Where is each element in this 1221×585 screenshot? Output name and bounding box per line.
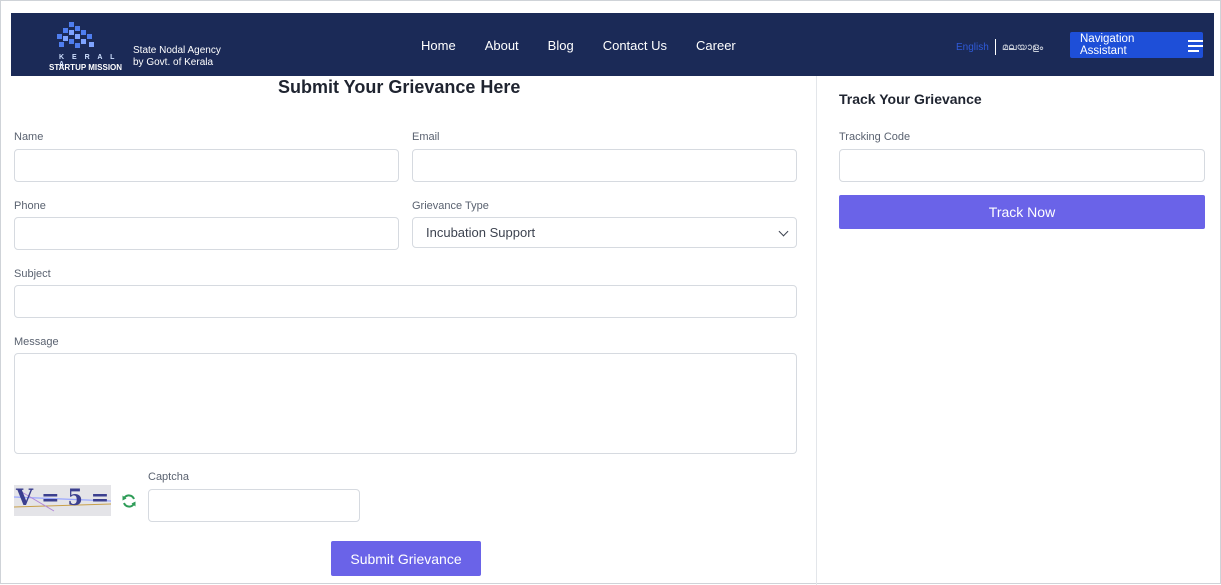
grievance-type-value: Incubation Support [426,225,536,240]
agency-tagline: State Nodal Agency by Govt. of Kerala [133,45,221,69]
logo-startup-mission-text: STARTUP MISSION [49,63,123,72]
column-divider [816,76,817,585]
lang-malayalam[interactable]: മലയാളം [1002,42,1043,53]
agency-line-2: by Govt. of Kerala [133,57,214,68]
nav-career[interactable]: Career [696,38,736,53]
chevron-down-icon [778,226,789,237]
captcha-text: V=5= [16,485,111,511]
grievance-type-label: Grievance Type [412,200,489,212]
hamburger-menu-icon [1188,39,1204,52]
refresh-captcha-icon[interactable] [121,493,137,509]
language-switcher: English മലയാളം [956,39,1043,55]
navigation-assistant-button[interactable]: Navigation Assistant [1070,32,1204,58]
site-header: K E R A L A STARTUP MISSION State Nodal … [11,13,1214,76]
phone-label: Phone [14,200,46,212]
grievance-type-select[interactable]: Incubation Support [412,217,797,248]
nav-contact-us[interactable]: Contact Us [603,38,667,53]
tracking-code-input[interactable] [839,149,1205,182]
nav-about[interactable]: About [485,38,519,53]
tracking-code-label: Tracking Code [839,131,911,143]
page-title: Submit Your Grievance Here [278,77,521,97]
name-label: Name [14,131,44,143]
captcha-image: V=5= [14,485,111,516]
captcha-input[interactable] [148,489,360,522]
captcha-label: Captcha [148,471,189,483]
track-title: Track Your Grievance [839,91,982,107]
track-now-button[interactable]: Track Now [839,195,1205,229]
nav-home[interactable]: Home [421,38,456,53]
email-input[interactable] [412,149,797,182]
lang-divider [994,39,996,55]
email-label: Email [412,131,440,143]
subject-input[interactable] [14,285,797,318]
message-label: Message [14,336,59,348]
nav-blog[interactable]: Blog [548,38,574,53]
navigation-assistant-label: Navigation Assistant [1080,33,1135,57]
lang-english[interactable]: English [956,42,989,53]
name-input[interactable] [14,149,399,182]
subject-label: Subject [14,268,51,280]
main-nav: Home About Blog Contact Us Career [421,38,765,53]
ksum-logo[interactable]: K E R A L A STARTUP MISSION [29,20,123,72]
submit-grievance-button[interactable]: Submit Grievance [331,541,481,576]
message-textarea[interactable] [14,353,797,454]
agency-line-1: State Nodal Agency [133,45,221,56]
phone-input[interactable] [14,217,399,250]
page-frame: K E R A L A STARTUP MISSION State Nodal … [0,0,1221,585]
